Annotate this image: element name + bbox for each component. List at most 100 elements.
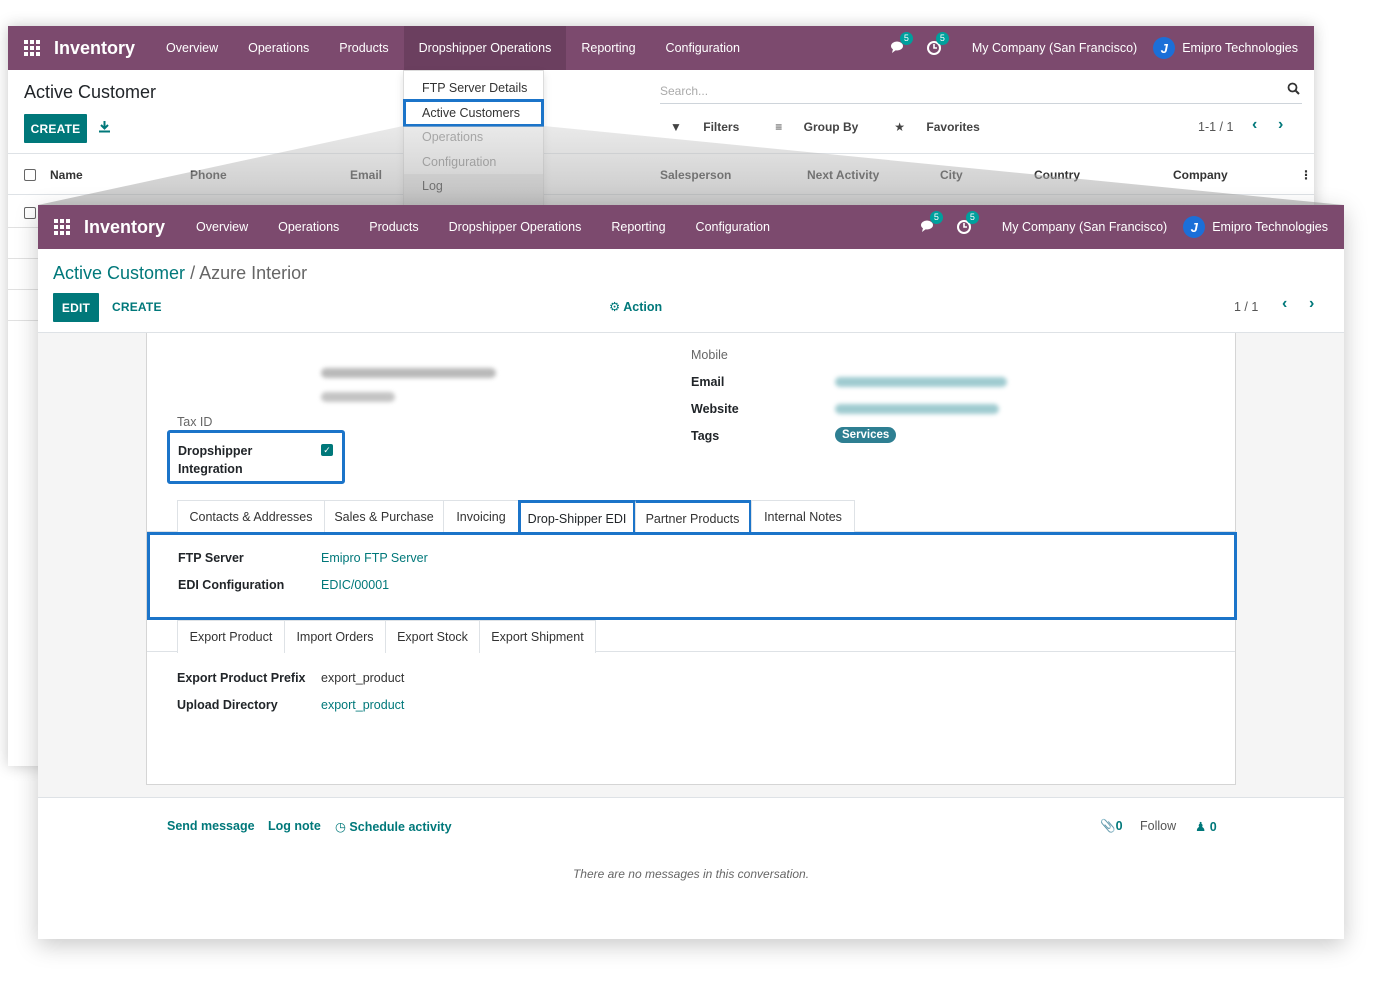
menu-dropshipper-operations[interactable]: Dropshipper Operations xyxy=(434,205,597,249)
col-next-activity[interactable]: Next Activity xyxy=(807,168,879,182)
app-brand[interactable]: Inventory xyxy=(84,217,165,238)
dropdown-item-log[interactable]: Log xyxy=(422,179,443,193)
col-phone[interactable]: Phone xyxy=(190,168,227,182)
tab-invoicing[interactable]: Invoicing xyxy=(443,500,519,533)
col-email[interactable]: Email xyxy=(350,168,382,182)
download-icon[interactable] xyxy=(98,120,112,134)
follow-button[interactable]: Follow xyxy=(1140,819,1176,833)
apps-menu-icon[interactable] xyxy=(24,40,40,56)
clock-icon: ◷ xyxy=(335,820,346,834)
app-brand[interactable]: Inventory xyxy=(54,38,135,59)
activity-clock-icon[interactable]: 5 xyxy=(956,211,979,235)
subtab-export-product[interactable]: Export Product xyxy=(177,620,285,653)
user-avatar: J xyxy=(1153,37,1176,59)
menu-overview[interactable]: Overview xyxy=(151,26,233,70)
list-page-title: Active Customer xyxy=(24,82,157,102)
list-create-button[interactable]: CREATE xyxy=(24,114,87,143)
menu-configuration[interactable]: Configuration xyxy=(651,26,755,70)
activity-clock-icon[interactable]: 5 xyxy=(926,32,949,56)
send-message-button[interactable]: Send message xyxy=(167,819,255,833)
form-pager[interactable]: 1 / 1 xyxy=(1234,300,1258,314)
top-navbar-form: Inventory Overview Operations Products D… xyxy=(38,205,1344,249)
edi-sub-tabs: Export Product Import Orders Export Stoc… xyxy=(147,620,1235,653)
menu-configuration[interactable]: Configuration xyxy=(681,205,785,249)
website-value-blurred[interactable] xyxy=(835,404,999,414)
search-input[interactable]: Search... xyxy=(660,80,1302,104)
breadcrumb-parent[interactable]: Active Customer xyxy=(53,263,185,283)
active-customers-highlight xyxy=(403,99,544,127)
menu-products[interactable]: Products xyxy=(354,205,433,249)
row-checkbox[interactable] xyxy=(24,207,36,219)
tab-partner-products[interactable]: Partner Products xyxy=(635,500,752,534)
dropdown-section-operations: Operations xyxy=(422,130,484,144)
chat-icon[interactable]: 5 xyxy=(920,211,943,235)
subtab-export-shipment[interactable]: Export Shipment xyxy=(479,620,596,653)
col-name[interactable]: Name xyxy=(50,168,83,182)
user-avatar: J xyxy=(1183,216,1206,238)
tab-contacts-addresses[interactable]: Contacts & Addresses xyxy=(177,500,325,533)
tag-services[interactable]: Services xyxy=(835,427,897,443)
col-country[interactable]: Country xyxy=(1034,168,1080,182)
chevron-left-icon[interactable]: ‹ xyxy=(1282,295,1287,313)
apps-menu-icon[interactable] xyxy=(54,219,70,235)
menu-dropshipper-operations[interactable]: Dropshipper Operations xyxy=(403,26,567,70)
menu-reporting[interactable]: Reporting xyxy=(596,205,680,249)
chevron-right-icon[interactable]: › xyxy=(1309,295,1314,313)
edi-config-value[interactable]: EDIC/00001 xyxy=(321,578,389,592)
email-value-blurred[interactable] xyxy=(835,377,1007,387)
menu-overview[interactable]: Overview xyxy=(181,205,263,249)
subtab-import-orders[interactable]: Import Orders xyxy=(284,620,386,653)
chat-badge: 5 xyxy=(929,211,943,224)
group-by-button[interactable]: ≡ Group By xyxy=(775,120,876,134)
form-create-button[interactable]: CREATE xyxy=(112,300,162,314)
upload-directory-label: Upload Directory xyxy=(177,698,278,712)
top-navbar: Inventory Overview Operations Products D… xyxy=(8,26,1314,70)
followers-button[interactable]: ♟ 0 xyxy=(1195,819,1217,834)
dropdown-item-ftp-server-details[interactable]: FTP Server Details xyxy=(422,81,527,95)
activity-badge: 5 xyxy=(965,211,979,224)
menu-products[interactable]: Products xyxy=(324,26,403,70)
dropshipper-integration-checkbox[interactable]: ✓ xyxy=(321,444,333,456)
col-company[interactable]: Company xyxy=(1173,168,1228,182)
export-prefix-value: export_product xyxy=(321,671,405,685)
edit-button[interactable]: EDIT xyxy=(53,293,99,322)
chatter: Send message Log note ◷ Schedule activit… xyxy=(38,799,1344,939)
attachments-count: 0 xyxy=(1115,819,1123,833)
tab-sales-purchase[interactable]: Sales & Purchase xyxy=(324,500,444,533)
favorites-button[interactable]: ★ Favorites xyxy=(894,120,997,134)
chat-icon[interactable]: 5 xyxy=(890,32,913,56)
column-options-icon[interactable]: ⋮ xyxy=(1300,168,1312,182)
action-menu-button[interactable]: ⚙ Action xyxy=(609,299,662,314)
chevron-right-icon[interactable]: › xyxy=(1278,116,1283,134)
company-switcher[interactable]: My Company (San Francisco) xyxy=(972,41,1137,55)
company-switcher[interactable]: My Company (San Francisco) xyxy=(1002,220,1167,234)
col-salesperson[interactable]: Salesperson xyxy=(660,168,731,182)
menu-operations[interactable]: Operations xyxy=(233,26,324,70)
schedule-activity-button[interactable]: ◷ Schedule activity xyxy=(335,819,452,834)
dropshipper-label-line2: Integration xyxy=(178,462,243,476)
breadcrumb: Active Customer / Azure Interior xyxy=(53,263,307,284)
col-city[interactable]: City xyxy=(940,168,963,182)
address-line-blurred xyxy=(321,368,496,378)
menu-reporting[interactable]: Reporting xyxy=(566,26,650,70)
tab-internal-notes[interactable]: Internal Notes xyxy=(751,500,855,533)
log-note-button[interactable]: Log note xyxy=(268,819,321,833)
tab-drop-shipper-edi[interactable]: Drop-Shipper EDI xyxy=(518,500,636,534)
list-pager[interactable]: 1-1 / 1 xyxy=(1198,120,1233,134)
dropshipper-operations-dropdown: FTP Server Details Active Customers Oper… xyxy=(403,70,544,210)
ftp-server-value[interactable]: Emipro FTP Server xyxy=(321,551,428,565)
upload-directory-value[interactable]: export_product xyxy=(321,698,404,712)
subtab-export-stock[interactable]: Export Stock xyxy=(385,620,480,653)
search-icon[interactable] xyxy=(1287,82,1300,95)
select-all-checkbox[interactable] xyxy=(24,169,36,181)
user-menu[interactable]: J Emipro Technologies xyxy=(1153,37,1298,59)
control-panel: Active Customer / Azure Interior EDIT CR… xyxy=(38,249,1344,333)
user-menu[interactable]: J Emipro Technologies xyxy=(1183,216,1328,238)
chevron-left-icon[interactable]: ‹ xyxy=(1252,116,1257,134)
chat-badge: 5 xyxy=(899,32,913,45)
menu-operations[interactable]: Operations xyxy=(263,205,354,249)
filter-icon: ▼ xyxy=(670,120,682,134)
export-prefix-label: Export Product Prefix xyxy=(177,671,306,685)
attachments-button[interactable]: 📎0 xyxy=(1100,819,1123,834)
filters-button[interactable]: ▼ Filters xyxy=(670,120,757,134)
